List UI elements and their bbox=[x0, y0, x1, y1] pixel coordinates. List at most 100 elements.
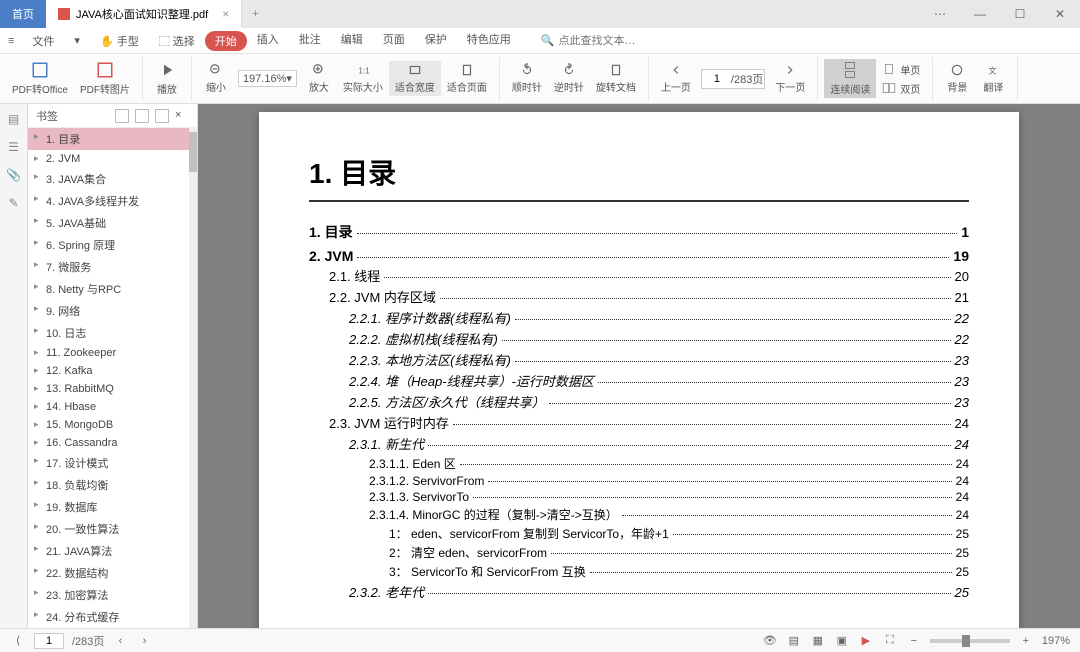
menu-批注[interactable]: 批注 bbox=[289, 31, 331, 51]
tab-file[interactable]: JAVA核心面试知识整理.pdf × bbox=[46, 0, 242, 28]
bookmark-item[interactable]: 11. Zookeeper bbox=[28, 344, 197, 362]
tool-single-page[interactable]: 单页 bbox=[876, 60, 926, 79]
menu-插入[interactable]: 插入 bbox=[247, 31, 289, 51]
menu-file[interactable]: 文件 bbox=[22, 33, 64, 49]
tool-prev-page[interactable]: 上一页 bbox=[655, 61, 697, 96]
window-close-icon[interactable]: ✕ bbox=[1040, 0, 1080, 28]
sb-layout3-icon[interactable]: ▣ bbox=[834, 633, 850, 649]
bookmark-item[interactable]: 19. 数据库 bbox=[28, 496, 197, 518]
menu-hamburger-icon[interactable]: ≡ bbox=[0, 35, 22, 47]
tool-rotate-ccw[interactable]: 逆时针 bbox=[548, 61, 590, 96]
tool-fit-page[interactable]: 适合页面 bbox=[441, 61, 493, 96]
tool-pdf-to-image[interactable]: PDF转图片 bbox=[74, 59, 136, 98]
sb-play-icon[interactable]: ▶ bbox=[858, 633, 874, 649]
sb-eye-icon[interactable]: 👁 bbox=[762, 633, 778, 649]
tool-continuous[interactable]: 连续阅读 bbox=[824, 59, 876, 98]
zoom-slider[interactable] bbox=[930, 639, 1010, 643]
sidebar-tool-3-icon[interactable] bbox=[155, 109, 169, 123]
sb-zoom-in-icon[interactable]: + bbox=[1018, 633, 1034, 649]
toc-entry[interactable]: 2.3.1.1. Eden 区24 bbox=[309, 455, 969, 472]
tool-translate[interactable]: 文翻译 bbox=[975, 61, 1011, 96]
sb-next-icon[interactable]: › bbox=[136, 633, 152, 649]
sb-prev-icon[interactable]: ‹ bbox=[112, 633, 128, 649]
bookmark-item[interactable]: 12. Kafka bbox=[28, 362, 197, 380]
bookmark-item[interactable]: 6. Spring 原理 bbox=[28, 234, 197, 256]
tool-fit-width[interactable]: 适合宽度 bbox=[389, 61, 441, 96]
sb-fullscreen-icon[interactable]: ⛶ bbox=[882, 633, 898, 649]
menu-file-dropdown-icon[interactable]: ▾ bbox=[64, 34, 90, 47]
page-indicator[interactable]: /283页 bbox=[701, 69, 765, 89]
bookmark-item[interactable]: 23. 加密算法 bbox=[28, 584, 197, 606]
bookmark-item[interactable]: 7. 微服务 bbox=[28, 256, 197, 278]
bookmark-item[interactable]: 18. 负载均衡 bbox=[28, 474, 197, 496]
sb-zoom-out-icon[interactable]: − bbox=[906, 633, 922, 649]
toc-entry[interactable]: 2. JVM19 bbox=[309, 248, 969, 264]
toc-entry[interactable]: 2： 清空 eden、servicorFrom25 bbox=[309, 544, 969, 561]
bookmark-item[interactable]: 13. RabbitMQ bbox=[28, 380, 197, 398]
menu-页面[interactable]: 页面 bbox=[373, 31, 415, 51]
window-minimize-icon[interactable]: — bbox=[960, 0, 1000, 28]
menu-保护[interactable]: 保护 bbox=[415, 31, 457, 51]
toc-entry[interactable]: 2.2.2. 虚拟机栈(线程私有)22 bbox=[309, 329, 969, 348]
toc-entry[interactable]: 1： eden、servicorFrom 复制到 ServicorTo，年龄+1… bbox=[309, 525, 969, 542]
sb-collapse-icon[interactable]: ⟨ bbox=[10, 633, 26, 649]
rail-attachment-icon[interactable]: 📎 bbox=[5, 166, 23, 184]
zoom-value[interactable]: 197.16% ▾ bbox=[238, 70, 297, 87]
sidebar-tool-1-icon[interactable] bbox=[115, 109, 129, 123]
bookmark-item[interactable]: 22. 数据结构 bbox=[28, 562, 197, 584]
search-box[interactable]: 🔍 bbox=[541, 34, 659, 47]
rail-thumbnail-icon[interactable]: ☰ bbox=[5, 138, 23, 156]
sb-page-input[interactable] bbox=[34, 633, 64, 649]
scrollbar-thumb[interactable] bbox=[189, 132, 197, 172]
toc-entry[interactable]: 2.2.3. 本地方法区(线程私有)23 bbox=[309, 350, 969, 369]
tab-close-icon[interactable]: × bbox=[222, 7, 229, 21]
bookmark-item[interactable]: 17. 设计模式 bbox=[28, 452, 197, 474]
bookmark-item[interactable]: 14. Hbase bbox=[28, 398, 197, 416]
toc-entry[interactable]: 2.3.1.2. ServivorFrom24 bbox=[309, 474, 969, 488]
menu-开始[interactable]: 开始 bbox=[205, 31, 247, 51]
toc-entry[interactable]: 3： ServicorTo 和 ServicorFrom 互换25 bbox=[309, 563, 969, 580]
menu-编辑[interactable]: 编辑 bbox=[331, 31, 373, 51]
tool-next-page[interactable]: 下一页 bbox=[769, 61, 811, 96]
bookmark-item[interactable]: 9. 网络 bbox=[28, 300, 197, 322]
search-input[interactable] bbox=[558, 35, 658, 47]
tool-play[interactable]: 播放 bbox=[149, 59, 185, 98]
tab-home[interactable]: 首页 bbox=[0, 0, 46, 28]
toc-entry[interactable]: 1. 目录1 bbox=[309, 222, 969, 242]
sb-layout2-icon[interactable]: ▦ bbox=[810, 633, 826, 649]
bookmark-item[interactable]: 15. MongoDB bbox=[28, 416, 197, 434]
bookmark-item[interactable]: 5. JAVA基础 bbox=[28, 212, 197, 234]
tool-rotate-doc[interactable]: 旋转文档 bbox=[590, 61, 642, 96]
document-viewport[interactable]: 1. 目录 1. 目录12. JVM192.1. 线程202.2. JVM 内存… bbox=[198, 104, 1080, 628]
bookmark-item[interactable]: 20. 一致性算法 bbox=[28, 518, 197, 540]
bookmark-item[interactable]: 10. 日志 bbox=[28, 322, 197, 344]
bookmark-item[interactable]: 4. JAVA多线程并发 bbox=[28, 190, 197, 212]
tool-select[interactable]: ⬚ 选择 bbox=[149, 33, 205, 49]
tool-pdf-to-office[interactable]: PDF转Office bbox=[6, 59, 74, 98]
tool-actual-size[interactable]: 1:1实际大小 bbox=[337, 61, 389, 96]
bookmark-item[interactable]: 21. JAVA算法 bbox=[28, 540, 197, 562]
sidebar-close-icon[interactable]: × bbox=[175, 109, 189, 123]
toc-entry[interactable]: 2.3. JVM 运行时内存24 bbox=[309, 413, 969, 432]
sidebar-scrollbar[interactable] bbox=[189, 128, 197, 628]
toc-entry[interactable]: 2.2.4. 堆（Heap-线程共享）-运行时数据区23 bbox=[309, 371, 969, 390]
tool-background[interactable]: 背景 bbox=[939, 61, 975, 96]
bookmark-item[interactable]: 3. JAVA集合 bbox=[28, 168, 197, 190]
toc-entry[interactable]: 2.2.5. 方法区/永久代（线程共享）23 bbox=[309, 392, 969, 411]
bookmark-item[interactable]: 8. Netty 与RPC bbox=[28, 278, 197, 300]
rail-bookmark-icon[interactable]: ▤ bbox=[5, 110, 23, 128]
window-maximize-icon[interactable]: ☐ bbox=[1000, 0, 1040, 28]
toc-entry[interactable]: 2.3.1.4. MinorGC 的过程（复制->清空->互换）24 bbox=[309, 506, 969, 523]
toc-entry[interactable]: 2.1. 线程20 bbox=[309, 266, 969, 285]
toc-entry[interactable]: 2.2.1. 程序计数器(线程私有)22 bbox=[309, 308, 969, 327]
toc-entry[interactable]: 2.3.1.3. ServivorTo24 bbox=[309, 490, 969, 504]
bookmark-item[interactable]: 16. Cassandra bbox=[28, 434, 197, 452]
sb-layout1-icon[interactable]: ▤ bbox=[786, 633, 802, 649]
tool-zoom-out[interactable]: 缩小 bbox=[198, 61, 234, 96]
bookmark-item[interactable]: 1. 目录 bbox=[28, 128, 197, 150]
rail-signature-icon[interactable]: ✎ bbox=[5, 194, 23, 212]
tool-hand[interactable]: ✋ 手型 bbox=[90, 33, 149, 49]
toc-entry[interactable]: 2.3.2. 老年代25 bbox=[309, 582, 969, 601]
tool-zoom-in[interactable]: 放大 bbox=[301, 61, 337, 96]
tab-new[interactable]: + bbox=[242, 0, 268, 28]
